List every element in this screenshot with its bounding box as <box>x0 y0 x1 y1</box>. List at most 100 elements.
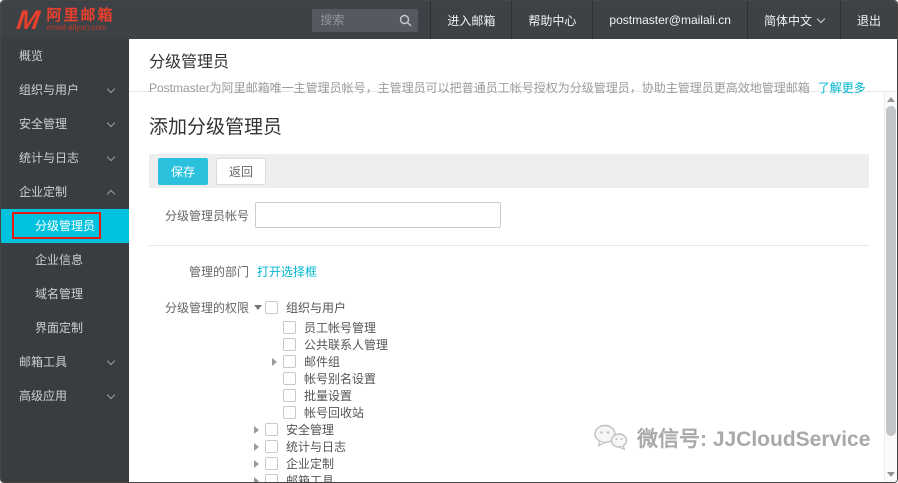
page-header: 分级管理员 Postmaster为阿里邮箱唯一主管理员帐号，主管理员可以把普通员… <box>129 39 897 95</box>
search-box[interactable] <box>312 8 419 32</box>
tree-node-enterprise-custom: 企业定制 <box>254 455 388 472</box>
scrollbar-down-icon[interactable] <box>887 472 895 477</box>
caret-down-icon[interactable] <box>254 305 265 310</box>
aliyun-mail-logo[interactable]: M 阿里邮箱 email-aliyun.com <box>14 1 115 39</box>
search-input[interactable] <box>318 12 400 28</box>
menu-enter-mailbox[interactable]: 进入邮箱 <box>430 1 511 39</box>
checkbox-enterprise-custom[interactable] <box>265 457 278 470</box>
tree-node-org-users: 组织与用户 <box>254 299 388 316</box>
menu-help-center-label: 帮助中心 <box>528 13 577 28</box>
sidebar-item-label: 企业信息 <box>35 253 84 267</box>
sidebar-item-org-users[interactable]: 组织与用户 <box>1 73 129 107</box>
section-divider <box>149 245 869 246</box>
checkbox-batch-settings[interactable] <box>283 389 296 402</box>
checkbox-employee-accounts[interactable] <box>283 321 296 334</box>
tree-node-label: 帐号回收站 <box>304 406 365 420</box>
menu-language-select[interactable]: 简体中文 <box>746 1 840 39</box>
logo-text: 阿里邮箱 email-aliyun.com <box>47 8 115 32</box>
tree-node-label: 批量设置 <box>304 389 353 403</box>
tree-node-label: 企业定制 <box>286 457 335 471</box>
tree-node-label: 公共联系人管理 <box>304 338 389 352</box>
tree-node-batch-settings: 批量设置 <box>254 387 388 404</box>
tree-node-label: 帐号别名设置 <box>304 372 377 386</box>
checkbox-account-recycle[interactable] <box>283 406 296 419</box>
menu-help-center[interactable]: 帮助中心 <box>511 1 592 39</box>
checkbox-account-alias[interactable] <box>283 372 296 385</box>
checkbox-org-users[interactable] <box>265 301 278 314</box>
sidebar-item-advanced-apps[interactable]: 高级应用 <box>1 379 129 413</box>
sidebar: 概览 组织与用户 安全管理 统计与日志 企业定制 分级管理员 企业信息 域名管理… <box>1 39 129 482</box>
permission-label: 分级管理的权限 <box>164 301 249 315</box>
tree-node-account-alias: 帐号别名设置 <box>254 370 388 387</box>
brand-domain: email-aliyun.com <box>46 23 107 32</box>
tree-node-label: 安全管理 <box>286 423 335 437</box>
caret-right-icon[interactable] <box>254 442 265 451</box>
menu-account-email[interactable]: postmaster@mailali.cn <box>592 1 747 39</box>
annotation-highlight-box <box>12 212 101 239</box>
checkbox-stats-logs[interactable] <box>265 440 278 453</box>
form-toolbar: 保存 返回 <box>149 154 869 188</box>
vertical-scrollbar[interactable] <box>884 92 897 482</box>
tree-node-mail-groups: 邮件组 <box>254 353 388 370</box>
sidebar-item-label: 高级应用 <box>19 389 68 403</box>
chevron-down-icon <box>816 14 826 23</box>
menu-logout[interactable]: 退出 <box>839 1 897 39</box>
sidebar-item-label: 邮箱工具 <box>19 355 68 369</box>
checkbox-security[interactable] <box>265 423 278 436</box>
logo-m-icon: M <box>14 4 42 35</box>
permission-row: 分级管理的权限 组织与用户 员工帐号管理 公共联系人管理 邮件组 帐号别名设置 … <box>149 299 884 482</box>
sidebar-item-label: 安全管理 <box>19 117 68 131</box>
tree-node-security: 安全管理 <box>254 421 388 438</box>
menu-logout-label: 退出 <box>856 13 881 28</box>
topbar: M 阿里邮箱 email-aliyun.com 进入邮箱 帮助中心 postma… <box>1 1 897 39</box>
chevron-down-icon <box>106 152 116 162</box>
open-selector-link[interactable]: 打开选择框 <box>257 263 317 280</box>
scrollbar-up-icon[interactable] <box>887 97 895 102</box>
sidebar-item-enterprise-custom[interactable]: 企业定制 <box>1 175 129 209</box>
caret-right-icon[interactable] <box>254 476 265 482</box>
brand-name: 阿里邮箱 <box>46 7 115 24</box>
chevron-up-icon <box>106 189 116 199</box>
checkbox-mail-tools[interactable] <box>265 474 278 482</box>
search-icon[interactable] <box>399 14 412 27</box>
sidebar-item-label: 统计与日志 <box>19 151 80 165</box>
tree-node-employee-accounts: 员工帐号管理 <box>254 319 388 336</box>
main-panel: 分级管理员 Postmaster为阿里邮箱唯一主管理员帐号，主管理员可以把普通员… <box>129 39 897 482</box>
tree-node-label: 组织与用户 <box>286 301 347 315</box>
sidebar-item-ui-custom[interactable]: 界面定制 <box>1 311 129 345</box>
chevron-down-icon <box>106 118 116 128</box>
sidebar-item-security[interactable]: 安全管理 <box>1 107 129 141</box>
tree-node-stats-logs: 统计与日志 <box>254 438 388 455</box>
sidebar-item-domain-mgmt[interactable]: 域名管理 <box>1 277 129 311</box>
caret-right-icon[interactable] <box>254 425 265 434</box>
department-row: 管理的部门 打开选择框 <box>149 263 884 280</box>
page-title: 分级管理员 <box>149 54 230 71</box>
sidebar-item-label: 概览 <box>19 49 44 63</box>
scrollbar-thumb[interactable] <box>886 106 896 436</box>
sidebar-item-mail-tools[interactable]: 邮箱工具 <box>1 345 129 379</box>
menu-enter-mailbox-label: 进入邮箱 <box>447 13 496 28</box>
account-row: 分级管理员帐号 <box>149 202 884 228</box>
sidebar-item-label: 域名管理 <box>35 287 84 301</box>
tree-node-label: 邮件组 <box>304 355 341 369</box>
caret-right-icon[interactable] <box>254 459 265 468</box>
account-label: 分级管理员帐号 <box>164 208 249 223</box>
sidebar-item-enterprise-info[interactable]: 企业信息 <box>1 243 129 277</box>
tree-node-label: 邮箱工具 <box>286 474 335 482</box>
permission-tree: 组织与用户 员工帐号管理 公共联系人管理 邮件组 帐号别名设置 批量设置 帐号回… <box>254 299 388 482</box>
caret-right-icon[interactable] <box>272 357 283 366</box>
save-button[interactable]: 保存 <box>158 157 209 185</box>
chevron-down-icon <box>106 390 116 400</box>
admin-account-input[interactable] <box>255 202 501 228</box>
sidebar-item-overview[interactable]: 概览 <box>1 39 129 73</box>
checkbox-public-contacts[interactable] <box>283 338 296 351</box>
checkbox-mail-groups[interactable] <box>283 355 296 368</box>
form-heading: 添加分级管理员 <box>149 117 283 138</box>
tree-node-mail-tools: 邮箱工具 <box>254 472 388 482</box>
chevron-down-icon <box>106 356 116 366</box>
back-button[interactable]: 返回 <box>216 157 267 185</box>
sidebar-item-stats-logs[interactable]: 统计与日志 <box>1 141 129 175</box>
tree-node-public-contacts: 公共联系人管理 <box>254 336 388 353</box>
sidebar-item-label: 界面定制 <box>35 321 84 335</box>
sidebar-item-label: 组织与用户 <box>19 83 80 97</box>
